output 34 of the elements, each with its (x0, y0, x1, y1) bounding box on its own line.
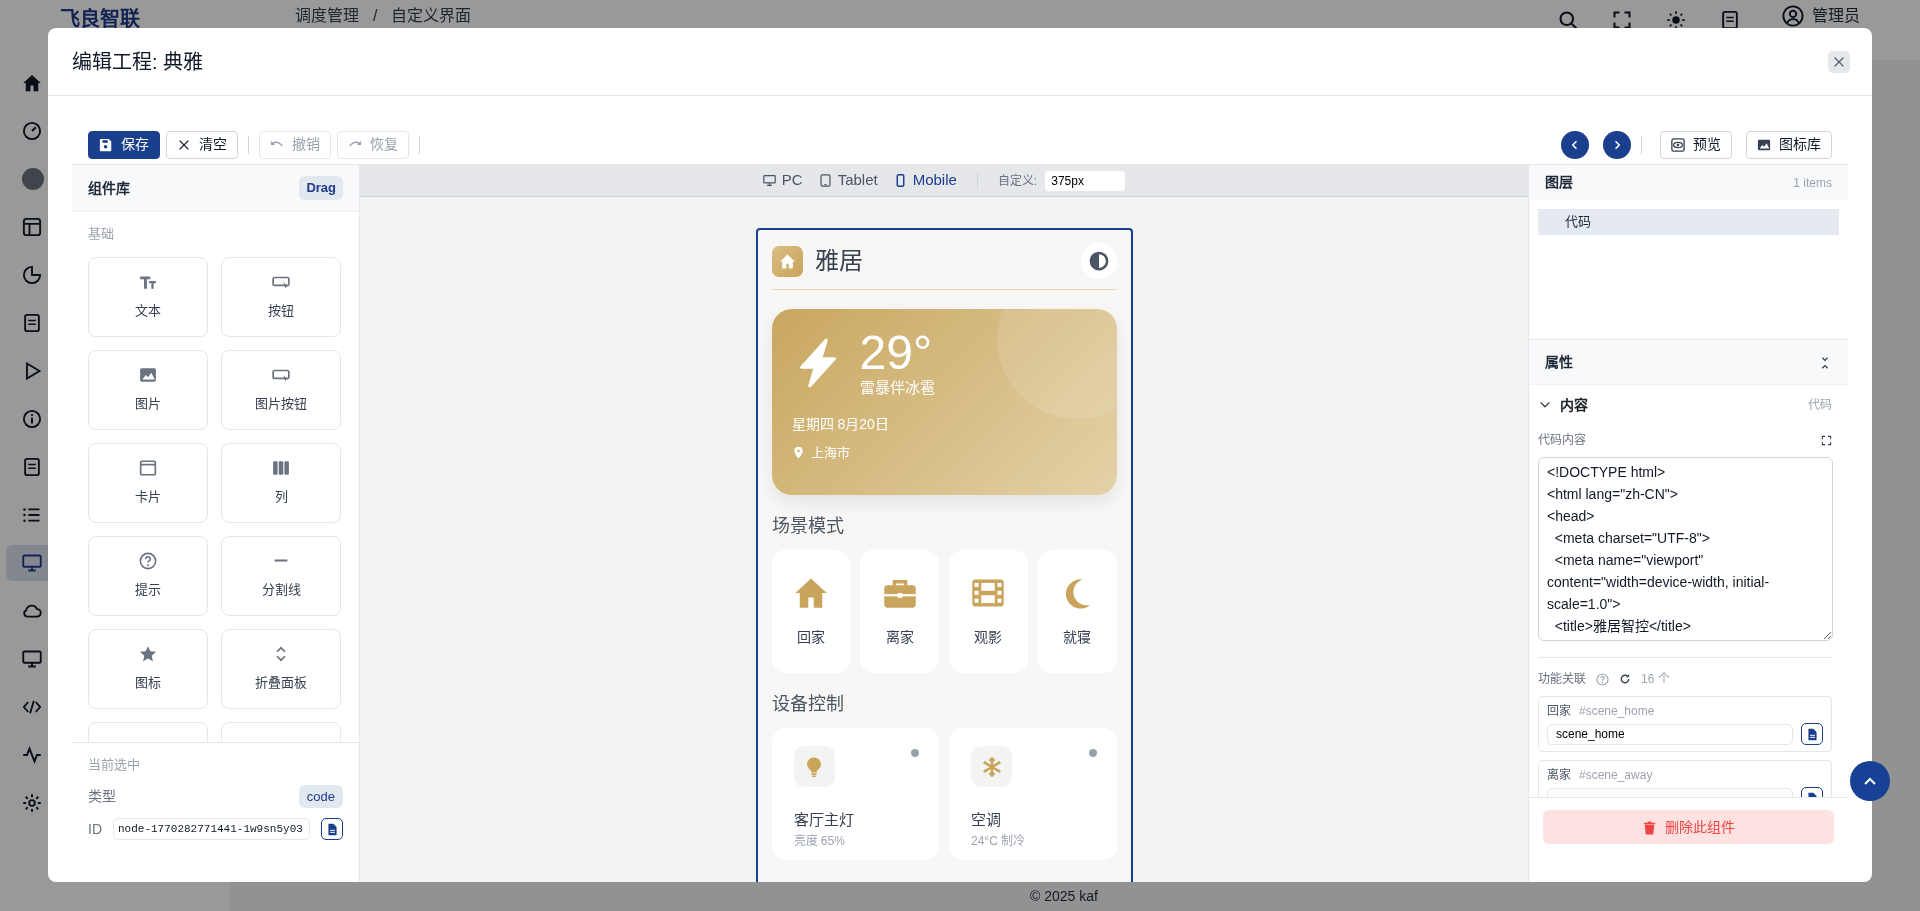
section-title: 设备控制 (771, 693, 845, 716)
binding-ref: #scene_away (1579, 767, 1653, 784)
field-label: 代码内容 (1538, 432, 1586, 449)
device-detail: 亮度 65% (793, 832, 846, 850)
location-text: 上海市 (810, 443, 850, 462)
binding-count: 16 个 (1641, 671, 1670, 688)
item-count: 1 items (1793, 174, 1832, 192)
device-name: 空调 (971, 810, 1002, 830)
field-label: ID (88, 819, 102, 839)
weather-condition: 雷暴伴冰雹 (859, 378, 935, 398)
breadcrumb-separator: / (373, 6, 378, 26)
field-label: 功能关联 (1538, 671, 1586, 688)
section-tag: 代码 (1808, 396, 1832, 414)
section-label: 当前选中 (88, 756, 141, 774)
binding-name: 回家 (1547, 703, 1571, 720)
field-label: 类型 (88, 786, 116, 806)
brand-name: 飞良智联 (60, 7, 140, 32)
panel-title: 属性 (1545, 352, 1573, 372)
binding-name: 离家 (1547, 767, 1571, 784)
temperature: 29° (859, 329, 934, 377)
drag-badge: Drag (299, 176, 343, 200)
device-name: 客厅主灯 (793, 810, 855, 830)
type-badge: code (298, 784, 343, 808)
section-title: 场景模式 (771, 515, 845, 538)
modal-title: 编辑工程: 典雅 (72, 49, 204, 75)
device-detail: 24°C 制冷 (971, 832, 1027, 850)
field-label: 自定义: (997, 172, 1038, 190)
app-title: 雅居 (814, 246, 864, 276)
panel-title: 图层 (1545, 173, 1573, 192)
section-label: 基础 (88, 225, 115, 243)
footer-text: © 2025 kaf (1030, 887, 1098, 906)
date-text: 星期四 8月20日 (791, 414, 890, 434)
binding-ref: #scene_home (1579, 703, 1655, 720)
panel-title: 组件库 (88, 178, 130, 198)
